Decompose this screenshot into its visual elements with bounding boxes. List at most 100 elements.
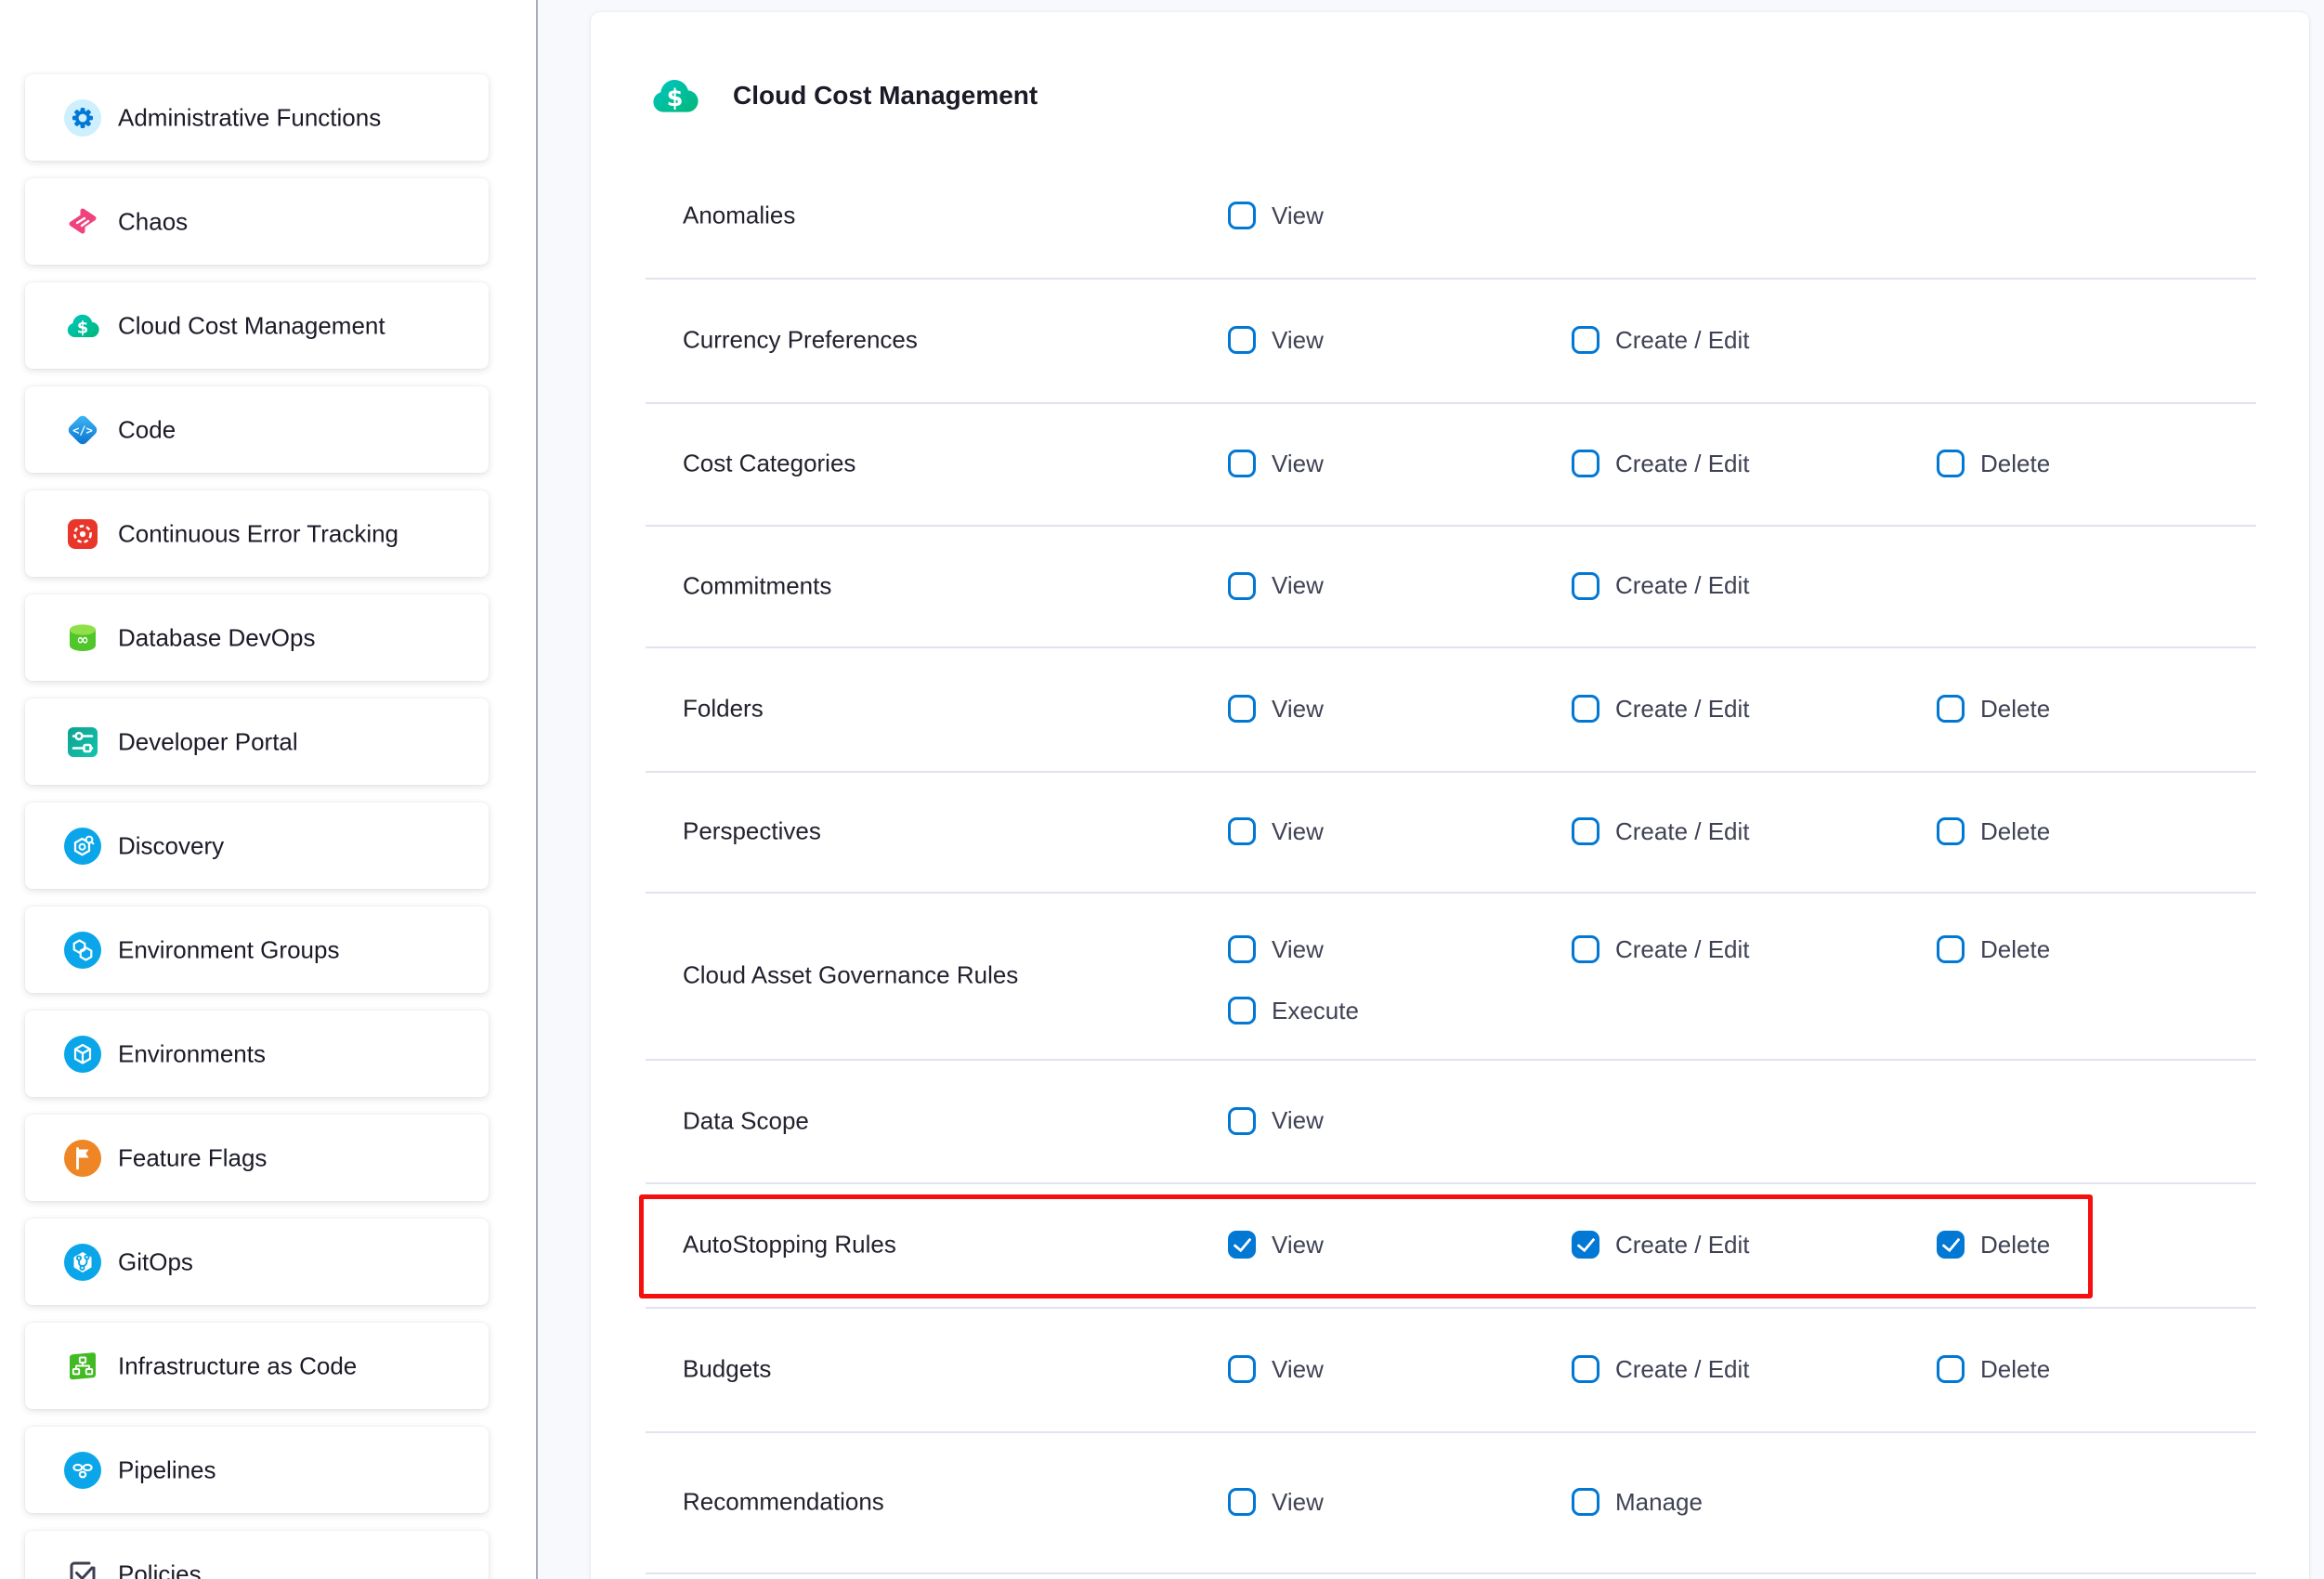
view-permission-cell: View: [1228, 1228, 1324, 1261]
view-checkbox[interactable]: [1228, 1355, 1256, 1383]
create-edit-checkbox[interactable]: [1572, 935, 1599, 963]
checkbox-label[interactable]: Delete: [1980, 1355, 2050, 1384]
sidebar-item-gitops[interactable]: GitOps: [25, 1219, 489, 1305]
checkbox-label[interactable]: View: [1272, 1488, 1324, 1517]
permission-row-data-scope: Data Scope View: [646, 1059, 2256, 1184]
checkbox-label[interactable]: View: [1272, 1106, 1324, 1135]
create-edit-checkbox[interactable]: [1572, 572, 1599, 600]
permission-label: Budgets: [683, 1355, 771, 1384]
checkbox-label[interactable]: View: [1272, 1355, 1324, 1384]
checkbox-label[interactable]: View: [1272, 202, 1324, 230]
module-header: $ Cloud Cost Management: [591, 49, 2309, 142]
checkbox-label[interactable]: Delete: [1980, 1231, 2050, 1259]
checkbox-label[interactable]: Delete: [1980, 695, 2050, 724]
checkbox-label[interactable]: Create / Edit: [1615, 695, 1750, 724]
manage-checkbox[interactable]: [1572, 1488, 1599, 1516]
checkbox-label[interactable]: Create / Edit: [1615, 450, 1750, 478]
sidebar-item-chaos[interactable]: Chaos: [25, 178, 489, 265]
delete-checkbox[interactable]: [1937, 695, 1965, 723]
checkbox-label[interactable]: View: [1272, 695, 1324, 724]
view-checkbox[interactable]: [1228, 450, 1256, 477]
delete-checkbox[interactable]: [1937, 1231, 1965, 1259]
sidebar-item-discovery[interactable]: Discovery: [25, 803, 489, 889]
view-checkbox[interactable]: [1228, 817, 1256, 845]
view-checkbox[interactable]: [1228, 1231, 1256, 1259]
sidebar-item-policies[interactable]: Policies: [25, 1531, 489, 1579]
view-checkbox[interactable]: [1228, 202, 1256, 229]
delete-permission-cell: Delete: [1937, 692, 2050, 725]
sidebar-item-administrative-functions[interactable]: Administrative Functions: [25, 74, 489, 161]
checkbox-label[interactable]: Create / Edit: [1615, 571, 1750, 600]
checkbox-label[interactable]: Create / Edit: [1615, 326, 1750, 355]
cube-icon: [64, 1036, 101, 1073]
sidebar-item-environment-groups[interactable]: Environment Groups: [25, 907, 489, 993]
create-edit-permission-cell: Create / Edit: [1572, 692, 1750, 725]
sidebar-item-developer-portal[interactable]: Developer Portal: [25, 698, 489, 785]
create-edit-checkbox[interactable]: [1572, 450, 1599, 477]
delete-checkbox[interactable]: [1937, 1355, 1965, 1383]
view-checkbox[interactable]: [1228, 695, 1256, 723]
manage-permission-cell: Manage: [1572, 1485, 1703, 1519]
checkbox-label[interactable]: Create / Edit: [1615, 1355, 1750, 1384]
permission-label: AutoStopping Rules: [683, 1231, 896, 1259]
sidebar-item-continuous-error-tracking[interactable]: Continuous Error Tracking: [25, 490, 489, 577]
checkbox-label[interactable]: View: [1272, 571, 1324, 600]
checkbox-label[interactable]: Delete: [1980, 450, 2050, 478]
sidebar-item-feature-flags[interactable]: Feature Flags: [25, 1115, 489, 1201]
flowchart-icon: [64, 1348, 101, 1385]
delete-checkbox[interactable]: [1937, 935, 1965, 963]
sidebar-item-infrastructure-as-code[interactable]: Infrastructure as Code: [25, 1323, 489, 1409]
checkbox-label[interactable]: Create / Edit: [1615, 935, 1750, 964]
view-checkbox[interactable]: [1228, 326, 1256, 354]
permission-label: Cost Categories: [683, 450, 855, 478]
view-checkbox[interactable]: [1228, 572, 1256, 600]
create-edit-checkbox[interactable]: [1572, 817, 1599, 845]
sidebar-item-cloud-cost-management[interactable]: $ Cloud Cost Management: [25, 282, 489, 369]
checkbox-label[interactable]: View: [1272, 450, 1324, 478]
cloud-dollar-icon: $: [64, 307, 101, 345]
execute-checkbox[interactable]: [1228, 997, 1256, 1024]
permission-label: Commitments: [683, 571, 831, 600]
create-edit-checkbox[interactable]: [1572, 1231, 1599, 1259]
create-edit-checkbox[interactable]: [1572, 1355, 1599, 1383]
create-edit-permission-cell: Create / Edit: [1572, 815, 1750, 848]
checkbox-label[interactable]: Create / Edit: [1615, 1231, 1750, 1259]
svg-text:$: $: [667, 85, 684, 112]
delete-checkbox[interactable]: [1937, 450, 1965, 477]
permission-row-perspectives: Perspectives View Create / Edit Delete: [646, 771, 2256, 894]
sidebar-item-database-devops[interactable]: ∞ Database DevOps: [25, 594, 489, 681]
chain-links-icon: [64, 1452, 101, 1489]
view-checkbox[interactable]: [1228, 1107, 1256, 1135]
create-edit-permission-cell: Create / Edit: [1572, 1228, 1750, 1261]
checkbox-label[interactable]: View: [1272, 1231, 1324, 1259]
checkbox-label[interactable]: View: [1272, 326, 1324, 355]
view-checkbox[interactable]: [1228, 935, 1256, 963]
view-checkbox[interactable]: [1228, 1488, 1256, 1516]
checkbox-label[interactable]: View: [1272, 817, 1324, 846]
permission-row-cloud-asset-governance-rules: Cloud Asset Governance Rules View Execut…: [646, 892, 2256, 1061]
checkbox-label[interactable]: Create / Edit: [1615, 817, 1750, 846]
checkbox-label[interactable]: Execute: [1272, 997, 1359, 1025]
view-permission-cell: View: [1228, 569, 1324, 603]
view-permission-cell: View: [1228, 1352, 1324, 1386]
create-edit-checkbox[interactable]: [1572, 326, 1599, 354]
checkbox-label[interactable]: Delete: [1980, 817, 2050, 846]
create-edit-permission-cell: Create / Edit: [1572, 933, 1750, 966]
sidebar-item-environments[interactable]: Environments: [25, 1011, 489, 1097]
sidebar-item-label: Feature Flags: [118, 1143, 267, 1172]
checkbox-label[interactable]: View: [1272, 935, 1324, 964]
checkbox-label[interactable]: Manage: [1615, 1488, 1703, 1517]
sidebar-item-pipelines[interactable]: Pipelines: [25, 1427, 489, 1513]
create-edit-checkbox[interactable]: [1572, 695, 1599, 723]
checkbox-label[interactable]: Delete: [1980, 935, 2050, 964]
view-permission-cell: View: [1228, 1485, 1324, 1519]
permission-row-currency-preferences: Currency Preferences View Create / Edit: [646, 278, 2256, 404]
create-edit-permission-cell: Create / Edit: [1572, 323, 1750, 357]
sidebar-item-code[interactable]: </> Code: [25, 386, 489, 473]
sidebar-item-label: GitOps: [118, 1247, 193, 1276]
permission-row-folders: Folders View Create / Edit Delete: [646, 646, 2256, 773]
delete-checkbox[interactable]: [1937, 817, 1965, 845]
delete-permission-cell: Delete: [1937, 1352, 2050, 1386]
sidebar-item-label: Chaos: [118, 207, 188, 236]
svg-text:$: $: [77, 318, 89, 337]
